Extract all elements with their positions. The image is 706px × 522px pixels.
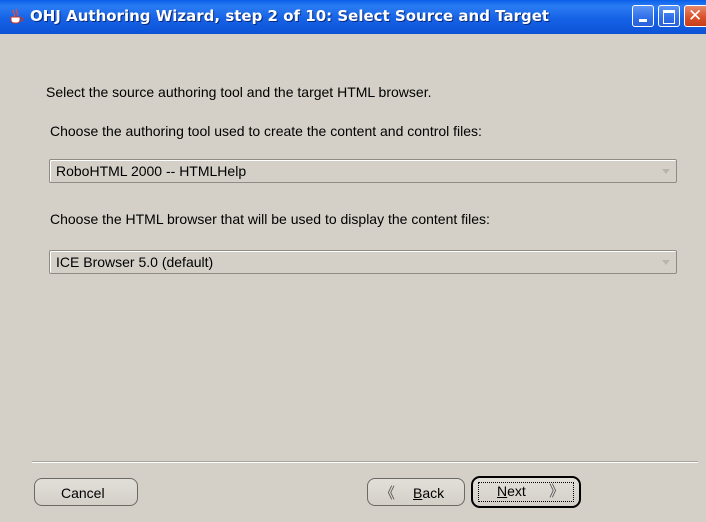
java-coffee-icon	[10, 8, 24, 24]
browser-label: Choose the HTML browser that will be use…	[50, 211, 490, 227]
cancel-button-label: Cancel	[61, 485, 105, 501]
authoring-tool-selected-value: RoboHTML 2000 -- HTMLHelp	[56, 163, 247, 179]
window-title: OHJ Authoring Wizard, step 2 of 10: Sele…	[30, 7, 550, 25]
back-button-label: Back	[413, 485, 444, 501]
chevron-down-icon	[662, 260, 670, 265]
next-mnemonic: N	[497, 483, 508, 499]
authoring-tool-label: Choose the authoring tool used to create…	[50, 123, 482, 139]
close-button[interactable]: ✕	[684, 5, 706, 27]
footer-divider	[32, 461, 698, 463]
minimize-icon	[639, 19, 647, 22]
title-bar[interactable]: OHJ Authoring Wizard, step 2 of 10: Sele…	[0, 0, 706, 34]
double-chevron-left-icon: 《	[380, 485, 396, 502]
intro-text: Select the source authoring tool and the…	[46, 84, 432, 100]
chevron-down-icon	[662, 169, 670, 174]
next-button-label: Next	[497, 483, 526, 499]
cancel-button[interactable]: Cancel	[34, 478, 138, 506]
back-button[interactable]: 《 Back	[367, 478, 465, 506]
maximize-button[interactable]	[658, 5, 680, 27]
html-browser-selected-value: ICE Browser 5.0 (default)	[56, 254, 214, 270]
minimize-button[interactable]	[632, 5, 654, 27]
close-icon: ✕	[688, 6, 703, 26]
double-chevron-right-icon: 》	[549, 483, 565, 500]
next-label-rest: ext	[507, 483, 526, 499]
back-mnemonic: B	[413, 485, 423, 501]
maximize-icon	[663, 10, 675, 24]
next-button[interactable]: Next 》	[471, 476, 581, 508]
html-browser-dropdown[interactable]: ICE Browser 5.0 (default)	[49, 250, 677, 274]
wizard-window: OHJ Authoring Wizard, step 2 of 10: Sele…	[0, 0, 706, 522]
authoring-tool-dropdown[interactable]: RoboHTML 2000 -- HTMLHelp	[49, 159, 677, 183]
back-label-rest: ack	[422, 485, 445, 501]
